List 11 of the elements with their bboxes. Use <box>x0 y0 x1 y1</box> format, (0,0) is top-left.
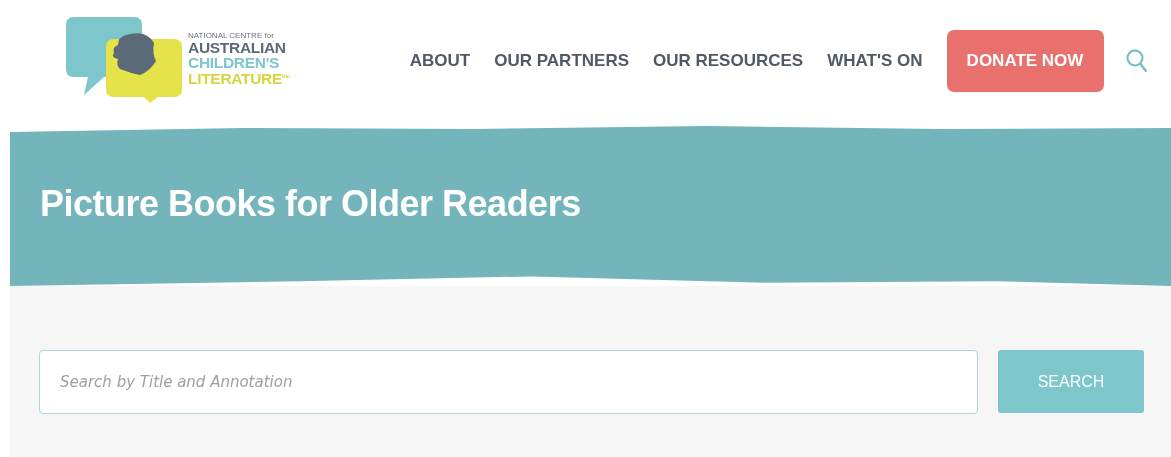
logo-text: AUSTRALIAN <box>188 39 287 56</box>
nav-link[interactable]: OUR RESOURCES <box>653 51 804 71</box>
page-title: Picture Books for Older Readers <box>40 183 581 225</box>
nav-link[interactable]: ABOUT <box>409 51 471 71</box>
logo-text: NATIONAL CENTRE for <box>188 31 275 40</box>
logo-text: LITERATURE$^{Inc}$ <box>188 70 290 87</box>
search-field[interactable]: Search by Title and Annotation <box>39 350 978 414</box>
nav-link[interactable]: OUR PARTNERS <box>494 51 629 71</box>
logo-text: CHILDREN'S <box>188 55 281 71</box>
search-icon[interactable] <box>1125 49 1148 73</box>
nav-link[interactable]: WHAT'S ON <box>827 51 923 71</box>
